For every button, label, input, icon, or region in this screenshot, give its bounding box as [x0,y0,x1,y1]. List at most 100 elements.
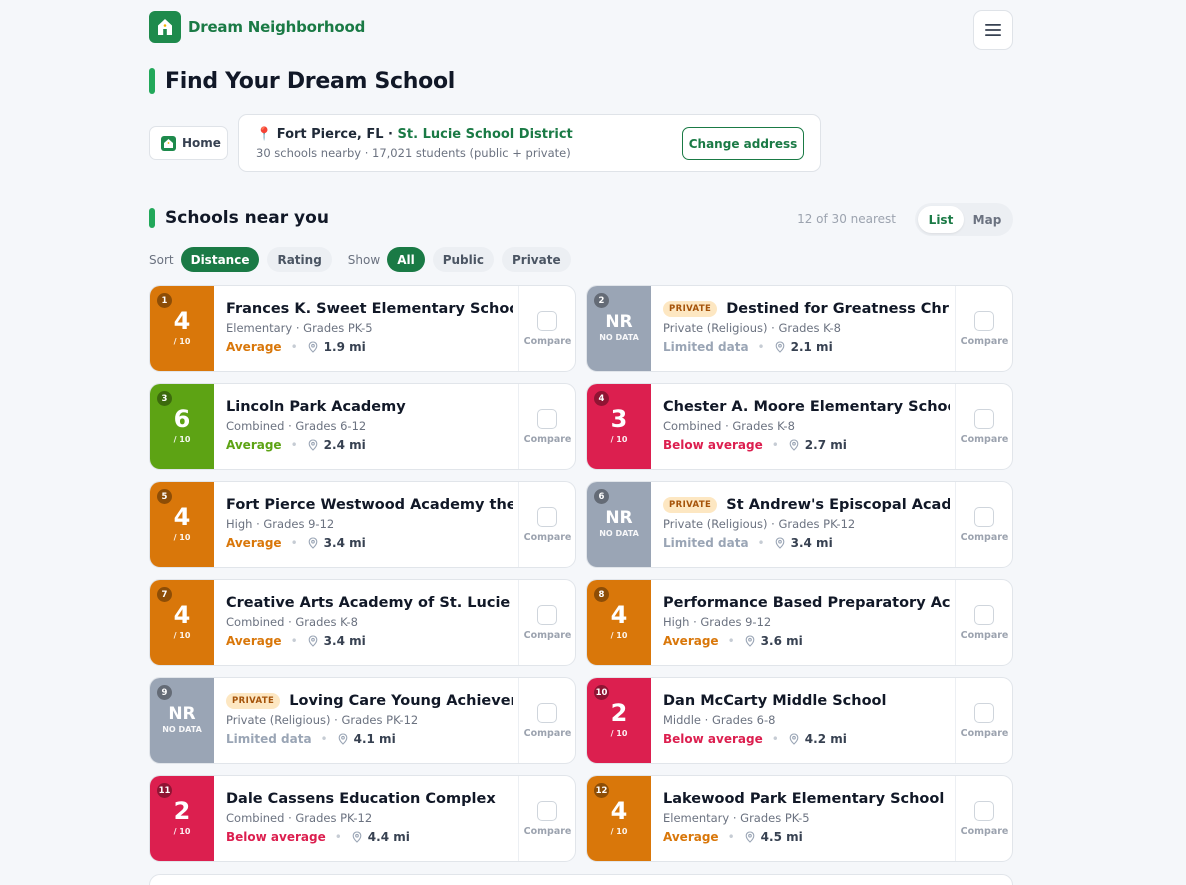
school-name[interactable]: Dale Cassens Education Complex [226,791,496,807]
school-name-row: Fort Pierce Westwood Academy the W. [226,495,513,515]
school-name-row: Dale Cassens Education Complex [226,789,513,809]
compare-checkbox[interactable] [537,703,557,723]
compare-checkbox[interactable] [974,507,994,527]
rating-label: Below average [663,732,763,746]
school-meta: Combined · Grades K-8 [226,615,358,629]
compare-checkbox[interactable] [974,605,994,625]
top-bar: Dream Neighborhood [149,0,1013,58]
show-all-chip[interactable]: All [387,247,425,272]
compare-checkbox[interactable] [974,409,994,429]
compare-label: Compare [960,728,1009,739]
compare-toggle[interactable]: Compare [955,580,1012,665]
menu-button[interactable] [973,10,1013,50]
compare-toggle[interactable]: Compare [955,286,1012,371]
brand-logo[interactable]: Dream Neighborhood [149,11,365,43]
school-card[interactable]: 12 4/ 10 Lakewood Park Elementary School El… [586,775,1013,862]
school-card[interactable]: 7 4/ 10 Creative Arts Academy of St. Lucie… [149,579,576,666]
school-card[interactable]: 1 4/ 10 Frances K. Sweet Elementary School… [149,285,576,372]
compare-toggle[interactable]: Compare [518,776,575,861]
school-stats: Average • 4.5 mi [663,830,950,844]
home-button[interactable]: Home [149,126,228,160]
compare-toggle[interactable]: Compare [955,776,1012,861]
compare-toggle[interactable]: Compare [518,580,575,665]
view-toggle: List Map [915,203,1013,236]
map-pin-icon [308,635,318,647]
school-name[interactable]: Performance Based Preparatory Academy [663,595,950,611]
rating-score: 2 [173,797,191,825]
rating-block: 5 4/ 10 [150,482,214,567]
map-pin-icon [789,439,799,451]
school-name[interactable]: St Andrew's Episcopal Academy [726,497,950,513]
compare-checkbox[interactable] [537,409,557,429]
school-info: Lakewood Park Elementary School Elementar… [663,789,950,844]
rating-scale: / 10 [173,435,191,444]
school-card[interactable]: 10 2/ 10 Dan McCarty Middle School Middle ·… [586,677,1013,764]
compare-checkbox[interactable] [537,311,557,331]
rating-label: Average [226,340,282,354]
compare-label: Compare [523,728,572,739]
school-info: PRIVATE St Andrew's Episcopal Academy Priv… [663,495,950,550]
school-card[interactable]: 2 NR NO DATA PRIVATE Destined for Greatness … [586,285,1013,372]
school-name[interactable]: Lakewood Park Elementary School [663,791,944,807]
school-name[interactable]: Loving Care Young Achievers Christian Ac… [289,693,513,709]
school-name[interactable]: Chester A. Moore Elementary School [663,399,950,415]
view-list-tab[interactable]: List [918,206,964,233]
map-pin-icon [308,439,318,451]
rank-badge: 9 [157,685,172,700]
compare-toggle[interactable]: Compare [518,384,575,469]
school-meta: Private (Religious) · Grades PK-12 [226,713,419,727]
compare-checkbox[interactable] [974,801,994,821]
school-card[interactable]: 3 6/ 10 Lincoln Park Academy Combined · Gra… [149,383,576,470]
page-container: Dream Neighborhood Find Your Dream Schoo… [149,0,1013,885]
school-name[interactable]: Dan McCarty Middle School [663,693,887,709]
compare-toggle[interactable]: Compare [518,678,575,763]
compare-checkbox[interactable] [974,311,994,331]
sort-distance-chip[interactable]: Distance [180,247,260,272]
school-name[interactable]: Creative Arts Academy of St. Lucie [226,595,510,611]
distance-value: 3.4 mi [323,634,366,648]
home-label: Home [182,136,221,150]
school-card-partial[interactable] [149,874,1013,885]
rating-scale: NO DATA [599,333,639,342]
compare-label: Compare [960,532,1009,543]
school-card[interactable]: 4 3/ 10 Chester A. Moore Elementary School… [586,383,1013,470]
rating-scale: / 10 [610,827,628,836]
map-pin-icon [308,537,318,549]
school-card[interactable]: 84/ 10Performance Based Preparatory Acad… [586,579,1013,666]
compare-toggle[interactable]: Compare [955,678,1012,763]
distance-value: 3.4 mi [790,536,833,550]
sort-rating-chip[interactable]: Rating [267,247,332,272]
compare-checkbox[interactable] [537,507,557,527]
compare-toggle[interactable]: Compare [518,482,575,567]
school-card[interactable]: 6 NR NO DATA PRIVATE St Andrew's Episcopal A… [586,481,1013,568]
map-pin-icon [775,537,784,549]
compare-checkbox[interactable] [537,801,557,821]
school-card[interactable]: 5 4/ 10 Fort Pierce Westwood Academy the W… [149,481,576,568]
school-district-link[interactable]: St. Lucie School District [398,127,573,142]
show-public-chip[interactable]: Public [432,247,494,272]
compare-toggle[interactable]: Compare [955,482,1012,567]
compare-label: Compare [523,336,572,347]
school-name[interactable]: Lincoln Park Academy [226,399,406,415]
school-name[interactable]: Destined for Greatness Christian Academy [726,301,950,317]
rating-block: 2 NR NO DATA [587,286,651,371]
pin-icon: 📍 [256,127,273,142]
compare-toggle[interactable]: Compare [518,286,575,371]
view-map-tab[interactable]: Map [964,206,1010,233]
school-card[interactable]: 9 NR NO DATA PRIVATE Loving Care Young Achie… [149,677,576,764]
school-stats: Average • 1.9 mi [226,340,513,354]
rating-label: Average [226,438,282,452]
change-address-button[interactable]: Change address [682,127,804,160]
school-name[interactable]: Fort Pierce Westwood Academy the W. [226,497,513,513]
compare-toggle[interactable]: Compare [955,384,1012,469]
results-count: 12 of 30 nearest [797,212,896,226]
show-private-chip[interactable]: Private [501,247,571,272]
compare-checkbox[interactable] [974,703,994,723]
school-card[interactable]: 11 2/ 10 Dale Cassens Education Complex Com… [149,775,576,862]
school-info: Fort Pierce Westwood Academy the W. High … [226,495,513,550]
section-heading: Schools near you [165,208,329,228]
school-name[interactable]: Frances K. Sweet Elementary School [226,301,513,317]
separator-dot: • [290,634,298,648]
compare-checkbox[interactable] [537,605,557,625]
page-heading: Find Your Dream School [165,68,456,94]
